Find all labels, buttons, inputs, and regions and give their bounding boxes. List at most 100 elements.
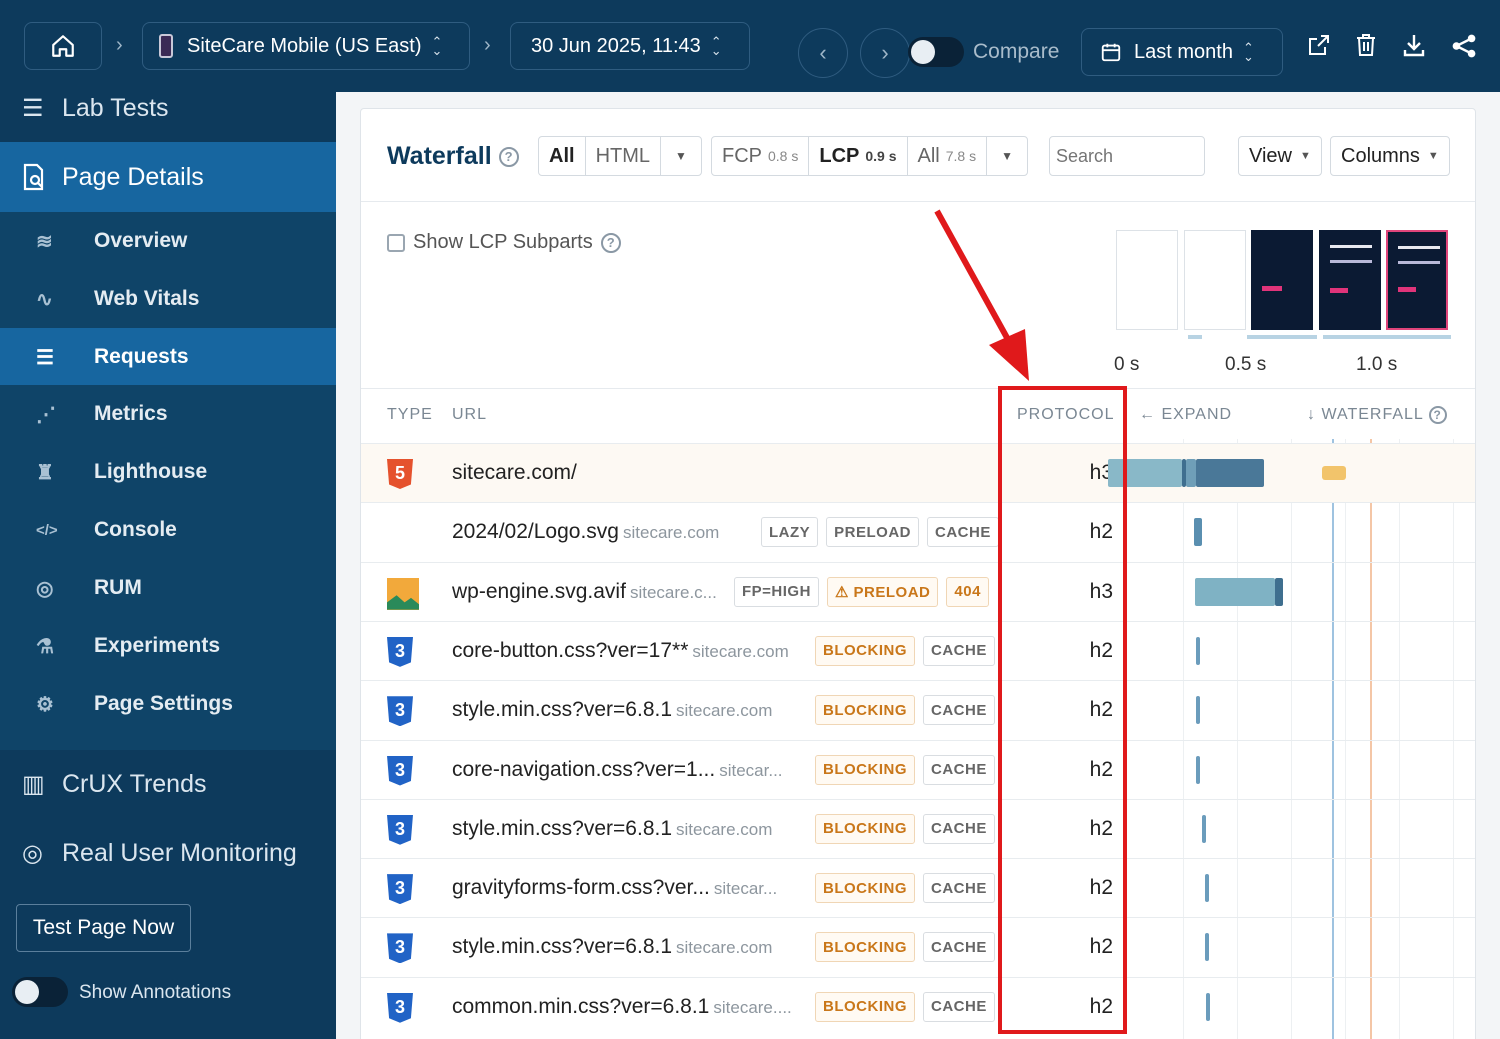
date-label: 30 Jun 2025, 11:43 xyxy=(531,34,701,57)
sidebar-item-experiments[interactable]: ⚗ Experiments xyxy=(0,617,336,675)
filmstrip-frame[interactable] xyxy=(1116,230,1178,330)
column-header-url[interactable]: URL xyxy=(452,406,487,424)
sidebar-item-label: Experiments xyxy=(94,634,221,657)
checkbox[interactable] xyxy=(387,233,405,252)
request-url[interactable]: core-navigation.css?ver=1... sitecar... xyxy=(452,758,783,782)
table-row[interactable]: 2024/02/Logo.svg sitecare.com LAZY PRELOAD C… xyxy=(361,502,1475,561)
filter-all-time[interactable]: All 7.8 s xyxy=(908,137,988,175)
filter-all[interactable]: All xyxy=(539,137,586,175)
columns-dropdown[interactable]: Columns ▼ xyxy=(1330,136,1450,176)
request-url[interactable]: style.min.css?ver=6.8.1 sitecare.com xyxy=(452,698,772,722)
expand-button[interactable]: ← EXPAND xyxy=(1139,406,1232,424)
sidebar-item-rum[interactable]: ◎ RUM xyxy=(0,559,336,617)
waterfall-bar[interactable] xyxy=(1186,459,1196,487)
toggle-knob xyxy=(911,40,935,64)
waterfall-bar[interactable] xyxy=(1205,874,1209,903)
frame-button xyxy=(1330,288,1348,293)
filmstrip-frame[interactable] xyxy=(1319,230,1381,330)
nav-real-user-monitoring[interactable]: ◎ Real User Monitoring xyxy=(0,821,336,885)
request-url[interactable]: sitecare.com/ xyxy=(452,461,577,485)
filmstrip-frame[interactable] xyxy=(1251,230,1313,330)
home-button[interactable] xyxy=(24,22,102,70)
view-dropdown[interactable]: View ▼ xyxy=(1238,136,1322,176)
table-row[interactable]: 3 style.min.css?ver=6.8.1 sitecare.com BLOC… xyxy=(361,680,1475,739)
table-row[interactable]: 3 core-navigation.css?ver=1... sitecar... B… xyxy=(361,739,1475,799)
filter-lcp[interactable]: LCP 0.9 s xyxy=(809,137,908,175)
waterfall-bar[interactable] xyxy=(1196,755,1200,784)
request-url[interactable]: 2024/02/Logo.svg sitecare.com xyxy=(452,520,719,544)
table-row[interactable]: 3 common.min.css?ver=6.8.1 sitecare.... BLO… xyxy=(361,976,1475,1036)
prev-button[interactable]: ‹ xyxy=(798,28,848,78)
waterfall-bar[interactable] xyxy=(1196,636,1200,665)
request-url[interactable]: core-button.css?ver=17** sitecare.com xyxy=(452,639,789,663)
css-icon: 3 xyxy=(387,636,417,667)
filter-html[interactable]: HTML xyxy=(586,137,662,175)
waterfall-bar[interactable] xyxy=(1205,933,1209,962)
divider xyxy=(361,388,1475,389)
help-icon[interactable]: ? xyxy=(498,147,519,168)
no-type-icon xyxy=(387,518,417,548)
request-url[interactable]: wp-engine.svg.avif sitecare.c... xyxy=(452,580,717,604)
metric-dropdown[interactable]: ▼ xyxy=(987,137,1027,175)
download-icon[interactable] xyxy=(1402,33,1426,57)
tag-badge: CACHE xyxy=(923,873,995,904)
filter-dropdown[interactable]: ▼ xyxy=(661,137,701,175)
sidebar-item-label: Lighthouse xyxy=(94,460,208,483)
help-icon[interactable]: ? xyxy=(600,232,621,253)
annotations-toggle[interactable] xyxy=(12,977,68,1007)
date-selector[interactable]: 30 Jun 2025, 11:43 ⌃ ⌄ xyxy=(510,22,750,70)
filmstrip-frame[interactable] xyxy=(1386,230,1448,330)
sidebar-item-requests[interactable]: ☰ Requests xyxy=(0,328,336,386)
sidebar-item-web-vitals[interactable]: ∿ Web Vitals xyxy=(0,270,336,328)
waterfall-bar[interactable] xyxy=(1196,696,1200,725)
date-range-selector[interactable]: Last month ⌃ ⌄ xyxy=(1081,28,1283,76)
waterfall-bar[interactable] xyxy=(1195,577,1275,606)
filmstrip-frame[interactable] xyxy=(1184,230,1246,330)
sidebar-item-metrics[interactable]: ⋰ Metrics xyxy=(0,385,336,443)
nav-crux-trends[interactable]: ▥ CrUX Trends xyxy=(0,752,336,816)
search-input[interactable] xyxy=(1049,136,1205,176)
rum-icon: ◎ xyxy=(22,839,43,867)
request-tags: BLOCKING CACHE xyxy=(815,754,995,785)
nav-page-details[interactable]: Page Details xyxy=(0,142,336,212)
request-url[interactable]: gravityforms-form.css?ver... sitecar... xyxy=(452,876,777,900)
next-button[interactable]: › xyxy=(860,28,910,78)
site-selector[interactable]: SiteCare Mobile (US East) ⌃ ⌄ xyxy=(142,22,470,70)
waterfall-bar[interactable] xyxy=(1206,992,1210,1021)
filter-fcp[interactable]: FCP 0.8 s xyxy=(712,137,810,175)
table-row[interactable]: wp-engine.svg.avif sitecare.c... FP=HIGH ⚠ … xyxy=(361,561,1475,621)
chevron-right-icon: › xyxy=(881,40,889,65)
waterfall-bar[interactable] xyxy=(1275,577,1283,606)
waterfall-title: Waterfall ? xyxy=(387,142,519,171)
help-icon[interactable]: ? xyxy=(1428,406,1447,424)
request-url[interactable]: common.min.css?ver=6.8.1 sitecare.... xyxy=(452,995,792,1019)
waterfall-bar[interactable] xyxy=(1196,459,1264,487)
request-url[interactable]: style.min.css?ver=6.8.1 sitecare.com xyxy=(452,817,772,841)
trash-icon[interactable] xyxy=(1355,33,1377,57)
table-row[interactable]: 5 sitecare.com/h3 xyxy=(361,443,1475,502)
table-row[interactable]: 3 gravityforms-form.css?ver... sitecar... B… xyxy=(361,858,1475,917)
nav-lab-tests[interactable]: ☰ Lab Tests xyxy=(0,76,336,140)
lcp-label: LCP xyxy=(819,144,860,167)
image-icon xyxy=(387,577,419,610)
sidebar-item-lighthouse[interactable]: ♜ Lighthouse xyxy=(0,443,336,501)
request-tags: BLOCKING CACHE xyxy=(815,932,995,963)
show-lcp-subparts[interactable]: Show LCP Subparts ? xyxy=(387,231,621,254)
nav-page-details-label: Page Details xyxy=(62,162,204,191)
share-icon[interactable] xyxy=(1451,33,1477,59)
column-header-waterfall[interactable]: ↓ WATERFALL ? xyxy=(1307,406,1447,424)
waterfall-bar[interactable] xyxy=(1194,518,1202,547)
sidebar-item-overview[interactable]: ≋ Overview xyxy=(0,212,336,270)
external-link-icon[interactable] xyxy=(1307,33,1331,57)
sidebar-item-page-settings[interactable]: ⚙ Page Settings xyxy=(0,675,336,733)
table-row[interactable]: 3 style.min.css?ver=6.8.1 sitecare.com BLOC… xyxy=(361,917,1475,976)
compare-toggle[interactable] xyxy=(908,37,964,67)
test-page-now-button[interactable]: Test Page Now xyxy=(16,904,191,952)
table-row[interactable]: 3 style.min.css?ver=6.8.1 sitecare.com BLOC… xyxy=(361,798,1475,858)
column-header-type[interactable]: TYPE xyxy=(387,406,433,424)
table-row[interactable]: 3 core-button.css?ver=17** sitecare.com BLO… xyxy=(361,620,1475,680)
sidebar-item-console[interactable]: </> Console xyxy=(0,501,336,559)
request-url[interactable]: style.min.css?ver=6.8.1 sitecare.com xyxy=(452,935,772,959)
waterfall-bar[interactable] xyxy=(1202,814,1206,843)
request-host: sitecare.... xyxy=(713,997,792,1017)
